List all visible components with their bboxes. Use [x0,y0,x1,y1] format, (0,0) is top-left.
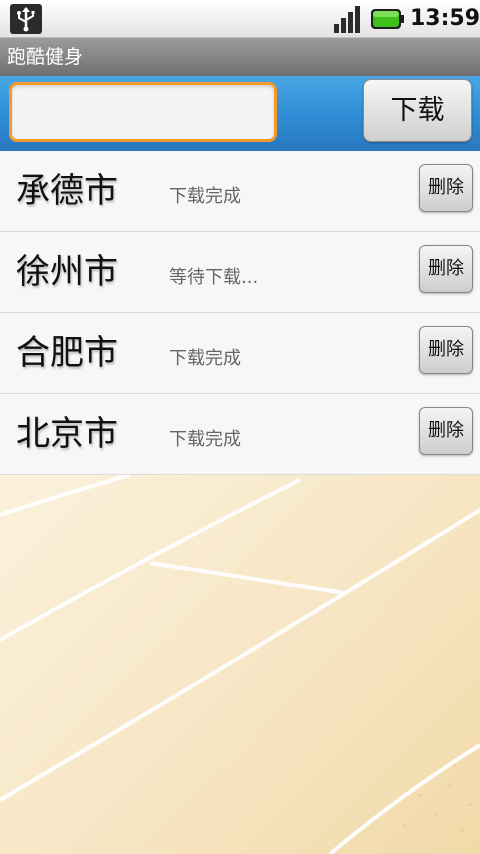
download-status: 下载完成 [169,186,241,207]
search-bar: 下载 [0,76,480,151]
status-clock: 13:59 [410,6,480,31]
signal-icon [334,6,360,33]
delete-button[interactable]: 删除 [419,164,473,212]
title-bar: 跑酷健身 [0,38,480,76]
city-name: 北京市 [16,414,118,454]
delete-button[interactable]: 删除 [419,407,473,455]
city-name: 徐州市 [16,252,118,292]
download-status: 下载完成 [169,429,241,450]
download-button[interactable]: 下载 [363,79,472,142]
app-title: 跑酷健身 [7,46,84,68]
phone-screen: 13:59 跑酷健身 下载 承德市 下载完成 删除 徐州市 等待下载... 删除… [0,0,480,854]
track-lines-image [0,475,480,854]
download-status: 等待下载... [169,267,259,288]
status-bar: 13:59 [0,0,480,38]
city-list: 承德市 下载完成 删除 徐州市 等待下载... 删除 合肥市 下载完成 删除 北… [0,151,480,475]
city-name: 合肥市 [16,333,118,373]
running-track-background [0,475,480,854]
list-item[interactable]: 北京市 下载完成 删除 [0,394,480,475]
battery-icon [371,9,404,29]
list-item[interactable]: 徐州市 等待下载... 删除 [0,232,480,313]
city-name: 承德市 [16,171,118,211]
city-input[interactable] [9,82,277,142]
download-status: 下载完成 [169,348,241,369]
list-item[interactable]: 承德市 下载完成 删除 [0,151,480,232]
usb-icon [10,4,42,34]
delete-button[interactable]: 删除 [419,245,473,293]
list-item[interactable]: 合肥市 下载完成 删除 [0,313,480,394]
delete-button[interactable]: 删除 [419,326,473,374]
